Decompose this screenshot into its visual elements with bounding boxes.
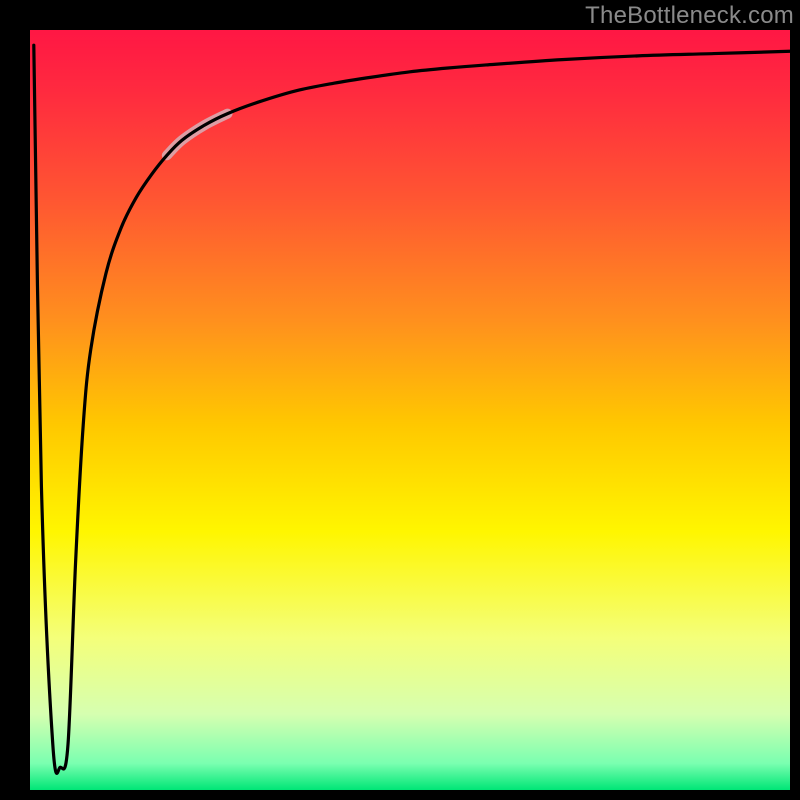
chart-stage: TheBottleneck.com: [0, 0, 800, 800]
source-tag: TheBottleneck.com: [585, 2, 794, 30]
curve-highlight-segment: [167, 114, 228, 156]
plot-area: [30, 30, 790, 790]
bottleneck-curve-svg: [30, 30, 790, 790]
bottleneck-curve: [34, 45, 790, 773]
